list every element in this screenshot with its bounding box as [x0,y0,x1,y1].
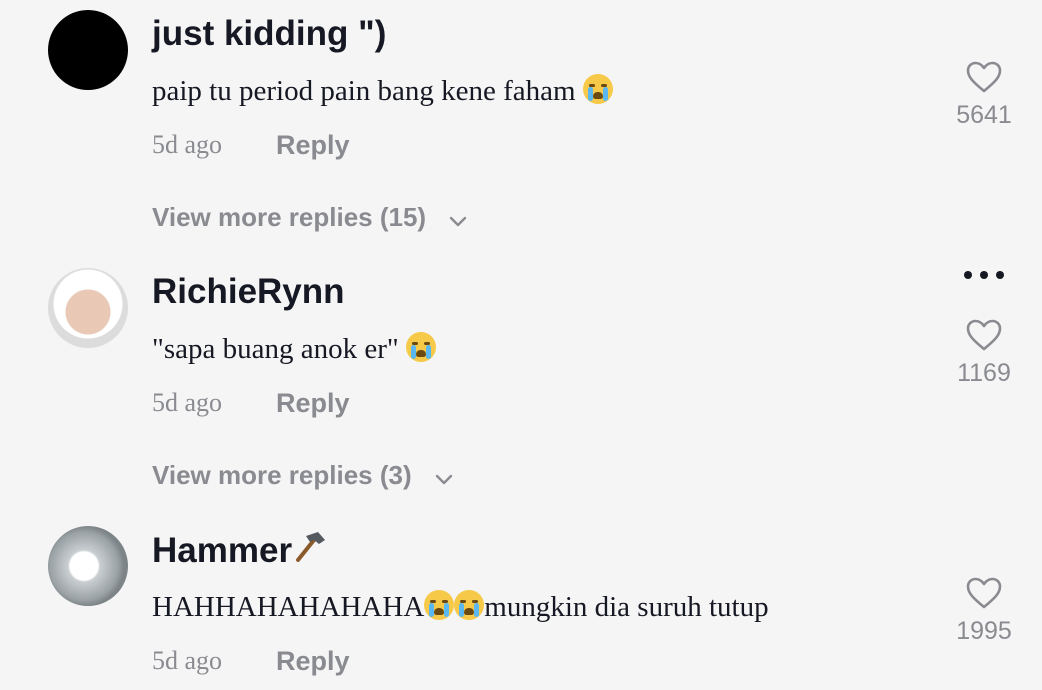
comment-timestamp: 5d ago [152,646,223,675]
comment-timestamp: 5d ago [152,130,223,159]
reply-button[interactable]: Reply [276,130,350,161]
like-count: 1169 [957,359,1011,387]
username-label: Hammer [152,531,293,570]
avatar[interactable] [48,10,128,90]
like-button[interactable]: 1169 [944,318,1024,388]
chevron-down-icon [435,462,453,493]
comment-timestamp: 5d ago [152,388,223,417]
view-more-replies-label: View more replies (15) [152,202,427,232]
crying-face-emoji [405,332,436,362]
comment-text: HAHHAHAHAHAHA mungkin dia suruh tutup [152,590,769,623]
crying-face-emoji [454,590,485,620]
comment-item: just kidding ") paip tu period pain bang… [0,0,1042,250]
comment-text: paip tu period pain bang kene faham [152,74,613,108]
view-more-replies-label: View more replies (3) [152,460,412,490]
username[interactable]: Hammer [152,530,328,573]
hammer-icon [292,530,328,573]
comment-text: "sapa buang anok er" [152,332,436,366]
avatar[interactable] [48,268,128,348]
reply-button[interactable]: Reply [276,388,350,419]
heart-outline-icon [966,61,1002,93]
like-button[interactable]: 5641 [944,60,1024,130]
like-button[interactable]: 1995 [944,576,1024,646]
heart-outline-icon [966,577,1002,609]
username[interactable]: just kidding ") [152,14,386,54]
comment-item: RichieRynn "sapa buang anok er" 5d ago R… [0,258,1042,508]
reply-button[interactable]: Reply [276,646,350,677]
username[interactable]: RichieRynn [152,272,345,312]
view-more-replies[interactable]: View more replies (15) [152,202,467,235]
comment-item: Hammer HAHHAHAHAHAHA mungkin dia suruh tu… [0,516,1042,690]
chevron-down-icon [449,204,467,235]
like-count: 1995 [956,617,1012,645]
avatar[interactable] [48,526,128,606]
view-more-replies[interactable]: View more replies (3) [152,460,453,493]
crying-face-emoji [424,590,455,620]
like-count: 5641 [956,101,1012,129]
heart-outline-icon [966,319,1002,351]
crying-face-emoji [582,74,613,104]
